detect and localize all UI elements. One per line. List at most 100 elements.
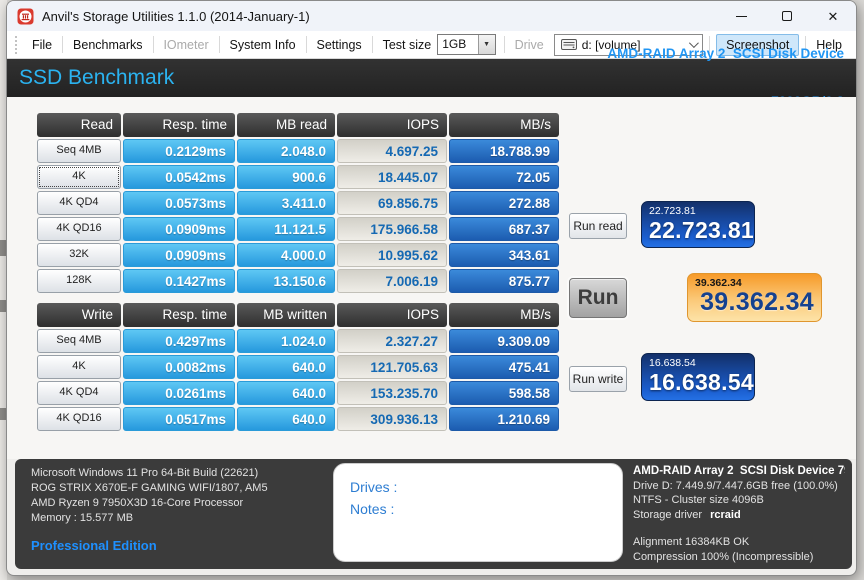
write-row-label-button[interactable]: Seq 4MB [37, 329, 121, 353]
resp-time-cell: 0.1427ms [123, 269, 235, 293]
mb-read-cell: 4.000.0 [237, 243, 335, 267]
run-button[interactable]: Run [569, 278, 627, 318]
mbs-cell: 272.88 [449, 191, 559, 215]
app-icon [17, 8, 34, 24]
footer-panel: Microsoft Windows 11 Pro 64-Bit Build (2… [15, 459, 852, 569]
menu-benchmarks[interactable]: Benchmarks [65, 35, 150, 55]
toolbar-separator [62, 36, 64, 53]
read-score-box: 22.723.81 22.723.81 [641, 201, 755, 248]
storage-driver-line: Storage driver rcraid [633, 508, 845, 523]
iops-cell: 10.995.62 [337, 243, 447, 267]
iops-cell: 7.006.19 [337, 269, 447, 293]
run-write-button[interactable]: Run write [569, 366, 627, 392]
read-table: Read Resp. time MB read IOPS MB/s Seq 4M… [37, 113, 559, 293]
mb-written-header: MB written [237, 303, 335, 327]
write-score-small: 16.638.54 [649, 357, 696, 369]
run-read-button[interactable]: Run read [569, 213, 627, 239]
mb-read-cell: 11.121.5 [237, 217, 335, 241]
mb-read-cell: 2.048.0 [237, 139, 335, 163]
drive-icon [560, 39, 577, 50]
chevron-down-icon[interactable]: ▼ [477, 35, 495, 54]
benchmark-header: SSD Benchmark AMD-RAID Array 2 SCSI Disk… [7, 46, 856, 109]
menu-iometer: IOmeter [163, 37, 209, 52]
resp-time-cell: 0.0261ms [123, 381, 235, 405]
total-score-box: 39.362.34 39.362.34 [687, 273, 822, 322]
iops-cell: 121.705.63 [337, 355, 447, 379]
edition-label: Professional Edition [31, 538, 157, 553]
mb-written-cell: 1.024.0 [237, 329, 335, 353]
menu-settings[interactable]: Settings [308, 35, 369, 55]
mbs-cell: 1.210.69 [449, 407, 559, 431]
toolbar-separator [152, 36, 154, 53]
write-header: Write [37, 303, 121, 327]
iops-cell: 175.966.58 [337, 217, 447, 241]
mb-read-cell: 3.411.0 [237, 191, 335, 215]
read-score-small: 22.723.81 [649, 205, 696, 217]
test-size-value: 1GB [442, 37, 467, 51]
iops-cell: 4.697.25 [337, 139, 447, 163]
read-header: Read [37, 113, 121, 137]
drive-info: AMD-RAID Array 2 SCSI Disk Device 79 Dri… [633, 464, 845, 564]
iops-header: IOPS [337, 303, 447, 327]
system-info: Microsoft Windows 11 Pro 64-Bit Build (2… [31, 466, 268, 553]
write-score-box: 16.638.54 16.638.54 [641, 353, 755, 401]
mb-written-cell: 640.0 [237, 407, 335, 431]
resp-time-cell: 0.0909ms [123, 243, 235, 267]
write-row-label-button[interactable]: 4K QD16 [37, 407, 121, 431]
toolbar-separator [305, 36, 307, 53]
notes-label: Notes : [350, 501, 395, 517]
read-row-label-button[interactable]: 4K QD16 [37, 217, 121, 241]
read-score-value: 22.723.81 [649, 217, 755, 243]
drive-free-line: Drive D: 7.449.9/7.447.6GB free (100.0%) [633, 479, 838, 492]
total-score-value: 39.362.34 [700, 288, 814, 316]
page-title: SSD Benchmark [19, 66, 175, 89]
mb-read-cell: 900.6 [237, 165, 335, 189]
resp-time-cell: 0.0082ms [123, 355, 235, 379]
write-score-value: 16.638.54 [649, 369, 755, 395]
iops-cell: 2.327.27 [337, 329, 447, 353]
resp-time-cell: 0.4297ms [123, 329, 235, 353]
read-row-label-button[interactable]: 128K [37, 269, 121, 293]
mbs-cell: 598.58 [449, 381, 559, 405]
read-row-label-button[interactable]: Seq 4MB [37, 139, 121, 163]
memory-line: Memory : 15.577 MB [31, 512, 134, 524]
mb-written-cell: 640.0 [237, 355, 335, 379]
iops-cell: 18.445.07 [337, 165, 447, 189]
drive-device-title: AMD-RAID Array 2 SCSI Disk Device 79 [633, 465, 845, 477]
toolbar-separator [218, 36, 220, 53]
resp-time-header: Resp. time [123, 303, 235, 327]
mb-read-cell: 13.150.6 [237, 269, 335, 293]
cpu-line: AMD Ryzen 9 7950X3D 16-Core Processor [31, 497, 244, 509]
mbs-cell: 875.77 [449, 269, 559, 293]
toolbar-grip-icon[interactable] [15, 35, 18, 54]
mb-read-header: MB read [237, 113, 335, 137]
write-row-label-button[interactable]: 4K [37, 355, 121, 379]
compression-line: Compression 100% (Incompressible) [633, 550, 814, 563]
resp-time-cell: 0.0573ms [123, 191, 235, 215]
mb-written-cell: 640.0 [237, 381, 335, 405]
test-size-select[interactable]: 1GB ▼ [437, 34, 496, 55]
desktop-background: Anvil's Storage Utilities 1.1.0 (2014-Ja… [0, 0, 864, 580]
write-row-label-button[interactable]: 4K QD4 [37, 381, 121, 405]
mbs-cell: 687.37 [449, 217, 559, 241]
motherboard-line: ROG STRIX X670E-F GAMING WIFI/1807, AM5 [31, 482, 268, 494]
benchmark-main: Read Resp. time MB read IOPS MB/s Seq 4M… [7, 97, 856, 459]
mbs-cell: 9.309.09 [449, 329, 559, 353]
mbs-cell: 475.41 [449, 355, 559, 379]
menu-file[interactable]: File [24, 35, 60, 55]
menu-system-info[interactable]: System Info [222, 35, 304, 55]
read-row-label-button[interactable]: 4K QD4 [37, 191, 121, 215]
mbs-cell: 18.788.99 [449, 139, 559, 163]
filesystem-line: NTFS - Cluster size 4096B [633, 494, 764, 506]
mbs-header: MB/s [449, 113, 559, 137]
drive-label: Drive [514, 37, 544, 52]
read-row-label-button[interactable]: 4K [37, 165, 121, 189]
iops-cell: 153.235.70 [337, 381, 447, 405]
mbs-cell: 72.05 [449, 165, 559, 189]
resp-time-cell: 0.0909ms [123, 217, 235, 241]
notes-box[interactable]: Drives : Notes : [333, 463, 623, 562]
read-row-label-button[interactable]: 32K [37, 243, 121, 267]
iops-header: IOPS [337, 113, 447, 137]
iops-cell: 69.856.75 [337, 191, 447, 215]
